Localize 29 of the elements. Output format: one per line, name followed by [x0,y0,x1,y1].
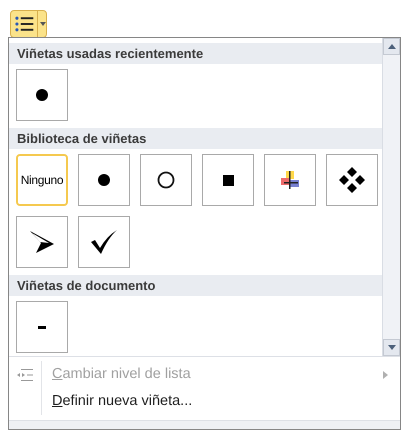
bullet-option[interactable] [78,154,130,206]
scroll-down-icon[interactable] [383,339,400,356]
four-diamonds-bullet-icon [339,167,365,193]
arrowhead-bullet-icon [30,231,54,253]
bullet-option[interactable] [16,69,68,121]
round-bullet-icon [97,173,111,187]
bullet-list-button[interactable] [10,10,47,38]
bulleted-list-icon [15,15,34,33]
hollow-circle-bullet-icon [157,171,175,189]
menu-item[interactable]: Definir nueva viñeta... [9,388,400,415]
section-header: Viñetas usadas recientemente [9,43,382,64]
square-bullet-icon [222,174,234,186]
dropdown-caret-icon [40,22,46,26]
section-header: Biblioteca de viñetas [9,128,382,149]
scroll-up-icon[interactable] [383,38,400,55]
scrollbar[interactable] [382,38,400,356]
bullet-option[interactable] [202,154,254,206]
none-bullet-option[interactable]: Ninguno [16,154,68,206]
checkmark-bullet-icon [91,230,117,254]
section-header: Viñetas de documento [9,275,382,296]
list-level-icon [17,368,33,382]
submenu-arrow-icon [383,370,388,378]
colored-cross-bullet-icon [281,171,299,189]
bullet-option[interactable] [140,154,192,206]
round-bullet-icon [35,88,49,102]
bullet-option[interactable] [326,154,378,206]
bullet-option[interactable] [16,216,68,268]
dash-bullet-icon [38,326,46,328]
bullet-option[interactable] [78,216,130,268]
